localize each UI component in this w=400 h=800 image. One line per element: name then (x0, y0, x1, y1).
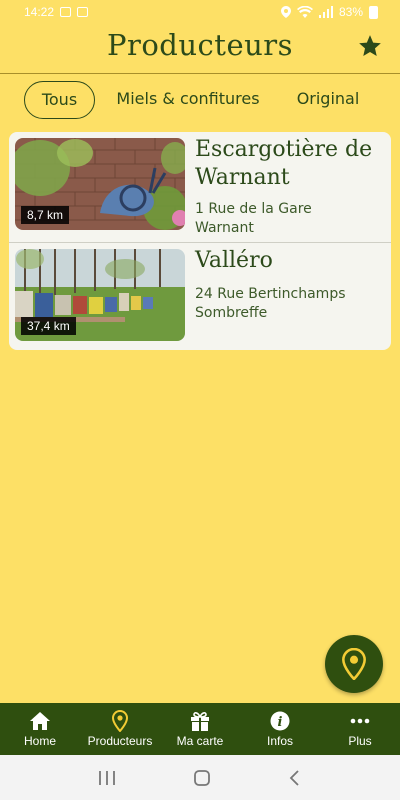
distance-badge: 37,4 km (21, 317, 76, 335)
distance-badge: 8,7 km (21, 206, 70, 224)
info-icon: i (270, 711, 290, 731)
producer-photo: 8,7 km (15, 138, 185, 230)
svg-text:i: i (278, 715, 283, 730)
tab-tous[interactable]: Tous (24, 81, 95, 119)
nav-label: Plus (348, 734, 372, 748)
filter-tabs: Tous Miels & confitures Original (0, 80, 400, 122)
bottom-nav: Home Producteurs Ma carte i Infos Plus (0, 703, 400, 755)
more-icon (350, 718, 370, 724)
producer-address-line2: Warnant (195, 220, 254, 236)
map-pin-icon (342, 648, 366, 680)
producer-name: Valléro (195, 248, 273, 273)
tab-miels-confitures[interactable]: Miels & confitures (110, 81, 266, 119)
producer-address-line1: 1 Rue de la Gare (195, 201, 312, 217)
nav-label: Producteurs (87, 734, 153, 748)
gallery-notification-icon (60, 7, 72, 17)
producer-address-line2: Sombreffe (195, 305, 268, 321)
nav-label: Home (23, 734, 56, 748)
battery-icon (369, 5, 378, 19)
star-icon (359, 35, 381, 56)
back-icon[interactable] (288, 769, 302, 786)
battery-percent: 83% (338, 5, 363, 19)
producer-list: 8,7 km Escargotière de Warnant 1 Rue de … (9, 132, 391, 350)
wifi-icon (296, 6, 313, 18)
nav-infos[interactable]: i Infos (240, 703, 320, 755)
producer-row[interactable]: 37,4 km Valléro 24 Rue Bertinchamps Somb… (9, 243, 391, 350)
gift-icon (191, 712, 209, 731)
app-notification-icon (77, 7, 89, 17)
home-icon (30, 712, 50, 730)
nav-label: Infos (266, 734, 293, 748)
producer-photo: 37,4 km (15, 249, 185, 341)
tab-original[interactable]: Original (288, 81, 368, 119)
signal-icon (318, 6, 333, 18)
nav-plus[interactable]: Plus (320, 703, 400, 755)
producer-row[interactable]: 8,7 km Escargotière de Warnant 1 Rue de … (9, 132, 391, 240)
nav-producteurs[interactable]: Producteurs (80, 703, 160, 755)
location-status-icon (280, 6, 291, 18)
favorites-button[interactable] (356, 33, 384, 61)
system-nav-bar (0, 755, 400, 800)
nav-home[interactable]: Home (0, 703, 80, 755)
map-pin-icon (112, 710, 128, 732)
map-fab-button[interactable] (325, 635, 383, 693)
status-time: 14:22 (24, 5, 55, 19)
page-title: Producteurs (106, 28, 294, 62)
nav-label: Ma carte (176, 734, 224, 748)
producer-name: Escargotière de Warnant (195, 137, 373, 190)
recent-apps-icon[interactable] (98, 770, 116, 786)
header: Producteurs (0, 24, 400, 74)
status-bar: 14:22 83% (0, 0, 400, 24)
producer-address-line1: 24 Rue Bertinchamps (195, 286, 346, 302)
home-system-icon[interactable] (193, 769, 211, 787)
nav-ma-carte[interactable]: Ma carte (160, 703, 240, 755)
